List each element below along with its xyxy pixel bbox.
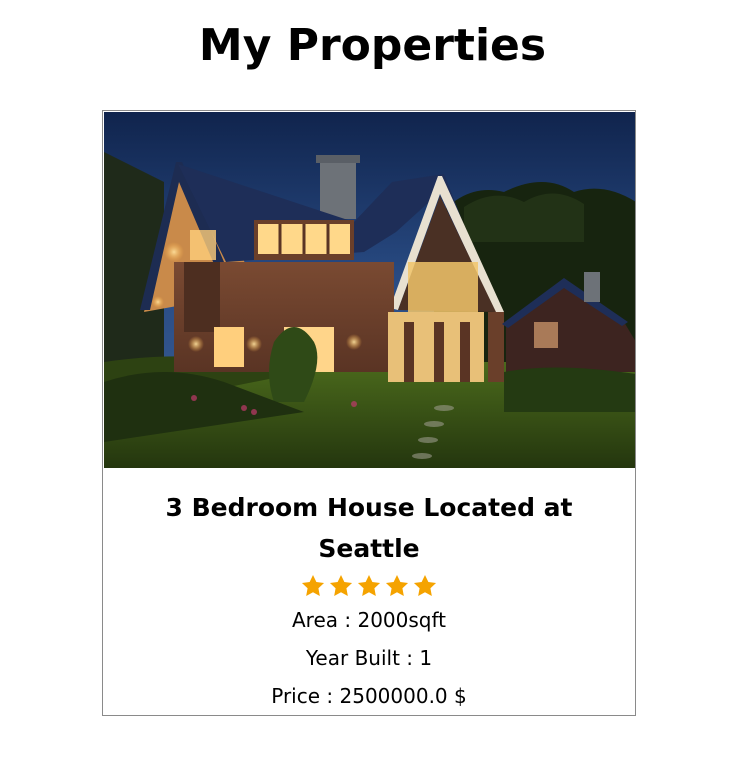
star-icon xyxy=(329,574,353,596)
star-icon xyxy=(413,574,437,596)
property-area: Area : 2000sqft xyxy=(291,608,447,632)
star-icon xyxy=(385,574,409,596)
property-title: 3 Bedroom House Located at Seattle xyxy=(165,493,573,563)
property-year-built: Year Built : 1 xyxy=(305,646,433,670)
star-icon xyxy=(301,574,325,596)
property-price: Price : 2500000.0 $ xyxy=(271,684,467,708)
star-icon xyxy=(357,574,381,596)
property-image xyxy=(104,112,635,468)
star-rating xyxy=(103,573,635,599)
property-card[interactable]: 3 Bedroom House Located at Seattle Area … xyxy=(102,110,636,716)
page-title: My Properties xyxy=(198,20,547,71)
